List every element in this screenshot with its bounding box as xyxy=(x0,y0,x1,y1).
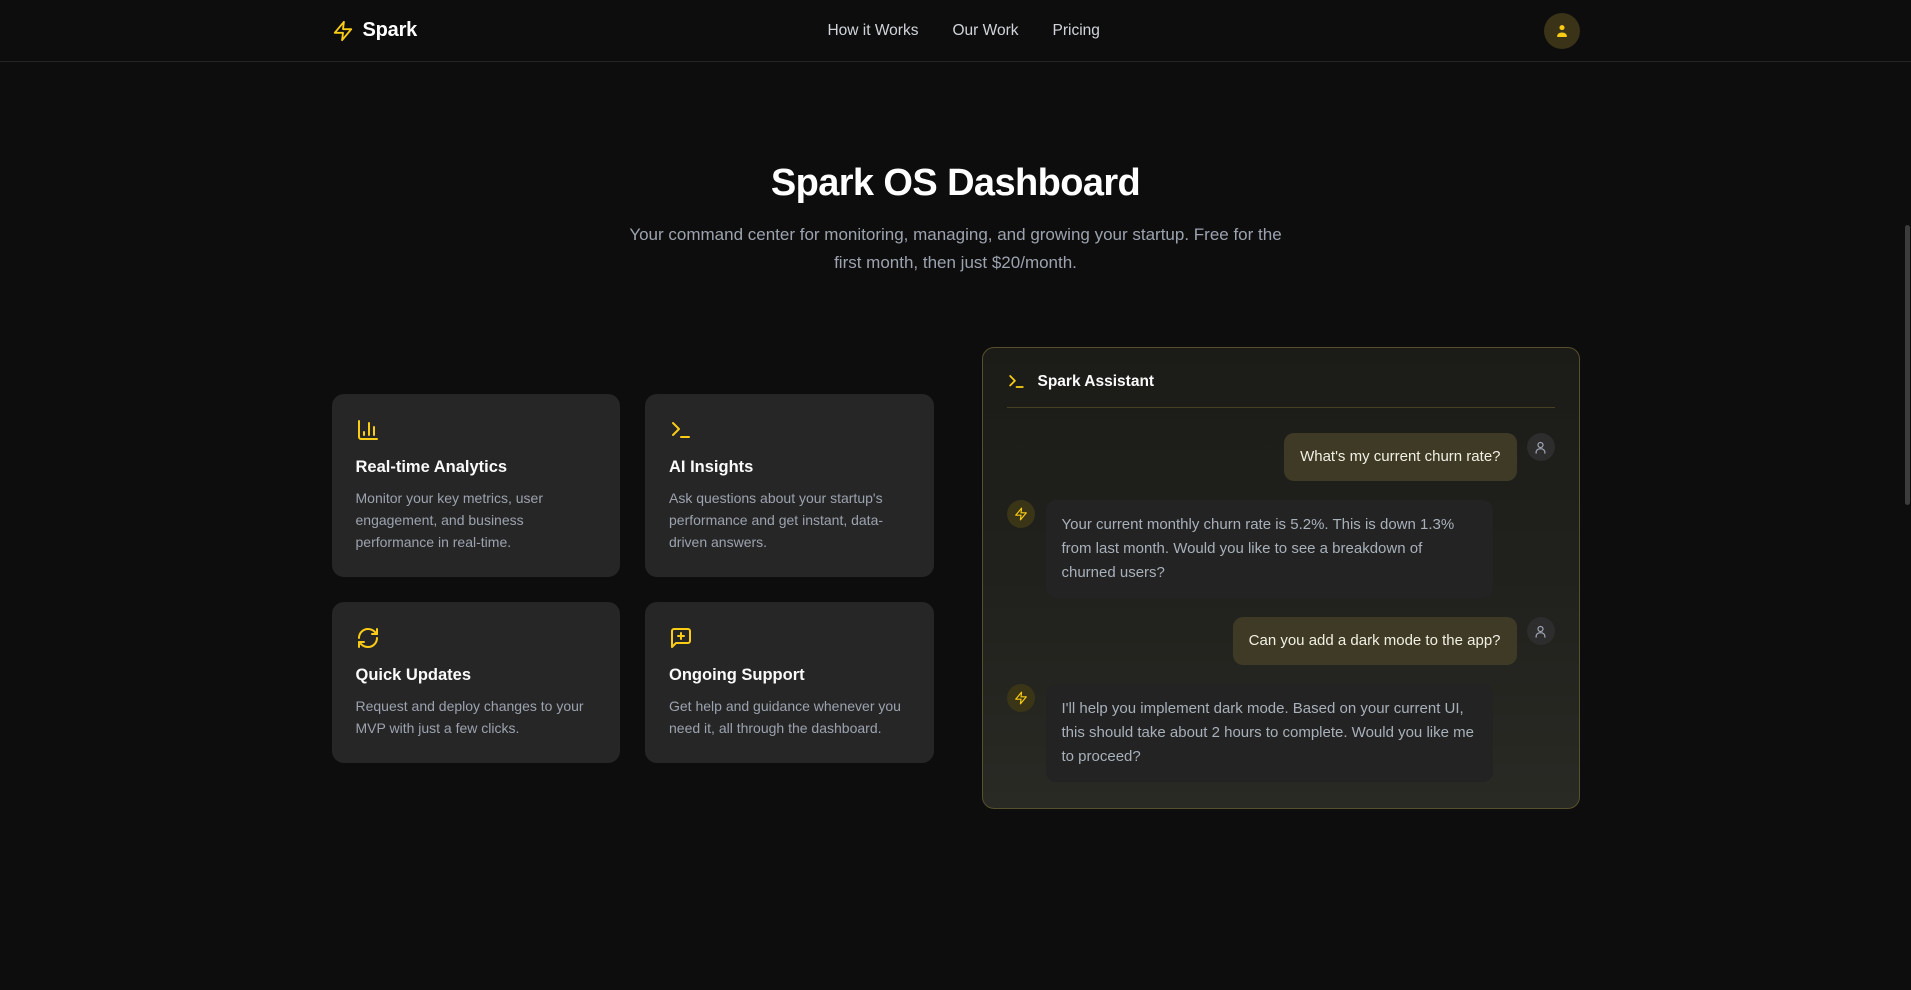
assistant-avatar xyxy=(1007,500,1035,528)
zap-icon xyxy=(1014,507,1028,521)
main-content: Real-time Analytics Monitor your key met… xyxy=(332,347,1580,809)
nav-link-pricing[interactable]: Pricing xyxy=(1053,0,1100,62)
feature-cards-grid: Real-time Analytics Monitor your key met… xyxy=(332,394,934,764)
chat-message-assistant: I'll help you implement dark mode. Based… xyxy=(1007,684,1555,782)
user-message-bubble: What's my current churn rate? xyxy=(1284,433,1516,481)
assistant-message-bubble: Your current monthly churn rate is 5.2%.… xyxy=(1046,500,1493,598)
refresh-icon xyxy=(356,626,597,650)
chat-message-user: Can you add a dark mode to the app? xyxy=(1007,617,1555,665)
zap-icon xyxy=(332,20,354,42)
page-scrollbar[interactable] xyxy=(1904,0,1911,990)
feature-card-realtime-analytics[interactable]: Real-time Analytics Monitor your key met… xyxy=(332,394,621,577)
nav-link-how-it-works[interactable]: How it Works xyxy=(827,0,918,62)
chat-message-assistant: Your current monthly churn rate is 5.2%.… xyxy=(1007,500,1555,598)
feature-title: AI Insights xyxy=(669,458,910,477)
page-title: Spark OS Dashboard xyxy=(0,162,1911,205)
feature-title: Real-time Analytics xyxy=(356,458,597,477)
scrollbar-thumb[interactable] xyxy=(1905,225,1910,505)
assistant-title: Spark Assistant xyxy=(1038,373,1155,391)
user-avatar xyxy=(1527,617,1555,645)
user-icon xyxy=(1553,22,1571,40)
nav-link-our-work[interactable]: Our Work xyxy=(952,0,1018,62)
user-message-bubble: Can you add a dark mode to the app? xyxy=(1233,617,1517,665)
feature-card-ongoing-support[interactable]: Ongoing Support Get help and guidance wh… xyxy=(645,602,934,763)
user-avatar xyxy=(1527,433,1555,461)
feature-description: Request and deploy changes to your MVP w… xyxy=(356,695,597,739)
message-square-plus-icon xyxy=(669,626,910,650)
user-avatar-button[interactable] xyxy=(1544,13,1580,49)
feature-description: Monitor your key metrics, user engagemen… xyxy=(356,487,597,553)
zap-icon xyxy=(1014,691,1028,705)
brand-name: Spark xyxy=(363,19,418,42)
chat-message-list: What's my current churn rate? Your curre… xyxy=(1007,408,1555,784)
terminal-icon xyxy=(669,418,910,442)
bar-chart-icon xyxy=(356,418,597,442)
nav-links: How it Works Our Work Pricing xyxy=(827,0,1099,62)
top-nav: Spark How it Works Our Work Pricing xyxy=(0,0,1911,62)
feature-card-quick-updates[interactable]: Quick Updates Request and deploy changes… xyxy=(332,602,621,763)
brand-logo[interactable]: Spark xyxy=(332,19,418,42)
chat-message-user: What's my current churn rate? xyxy=(1007,433,1555,481)
user-icon xyxy=(1533,440,1548,455)
feature-card-ai-insights[interactable]: AI Insights Ask questions about your sta… xyxy=(645,394,934,577)
spark-assistant-panel: Spark Assistant What's my current churn … xyxy=(982,347,1580,809)
terminal-icon xyxy=(1007,372,1026,391)
assistant-message-bubble: I'll help you implement dark mode. Based… xyxy=(1046,684,1493,782)
assistant-avatar xyxy=(1007,684,1035,712)
feature-description: Get help and guidance whenever you need … xyxy=(669,695,910,739)
hero-section: Spark OS Dashboard Your command center f… xyxy=(0,162,1911,277)
feature-title: Ongoing Support xyxy=(669,666,910,685)
page-subtitle: Your command center for monitoring, mana… xyxy=(620,221,1292,277)
feature-title: Quick Updates xyxy=(356,666,597,685)
assistant-header: Spark Assistant xyxy=(1007,372,1555,408)
user-icon xyxy=(1533,624,1548,639)
feature-description: Ask questions about your startup's perfo… xyxy=(669,487,910,553)
